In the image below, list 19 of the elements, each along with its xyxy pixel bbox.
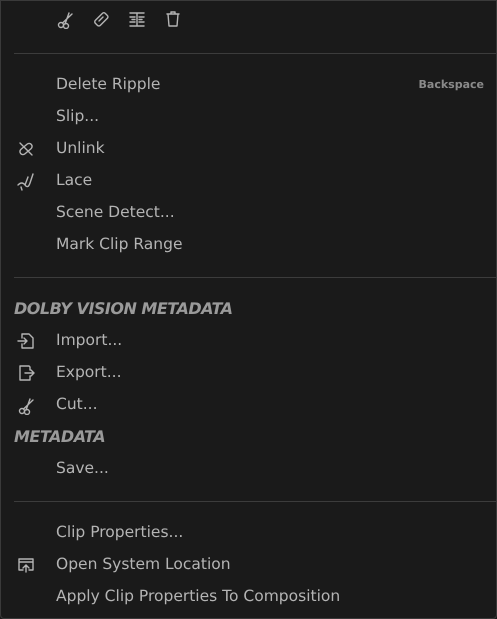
section-header: METADATA — [14, 426, 106, 448]
import-icon — [16, 331, 36, 351]
menu-item[interactable]: Export... — [1, 357, 496, 389]
menu-item[interactable]: Open System Location — [1, 549, 496, 581]
menu-item[interactable]: Mark Clip Range — [1, 229, 496, 261]
menu-item[interactable]: Save... — [1, 453, 496, 485]
menu-item[interactable]: Apply Clip Properties To Composition — [1, 581, 496, 613]
menu-item[interactable]: Import... — [1, 325, 496, 357]
menu-item[interactable]: Cut... — [1, 389, 496, 421]
menu-item[interactable]: Lace — [1, 165, 496, 197]
shortcut-label: Backspace — [418, 76, 484, 93]
razor-blade-icon — [91, 9, 111, 29]
menu-item[interactable]: Slip... — [1, 101, 496, 133]
menu-item[interactable]: Scene Detect... — [1, 197, 496, 229]
menu-item[interactable]: Delete Ripple Backspace — [1, 69, 496, 101]
menu-item[interactable]: Clip Properties... — [1, 517, 496, 549]
section-header: DOLBY VISION METADATA — [14, 298, 233, 320]
menu-item[interactable]: Unlink — [1, 133, 496, 165]
razor-blade-button[interactable] — [91, 9, 111, 29]
